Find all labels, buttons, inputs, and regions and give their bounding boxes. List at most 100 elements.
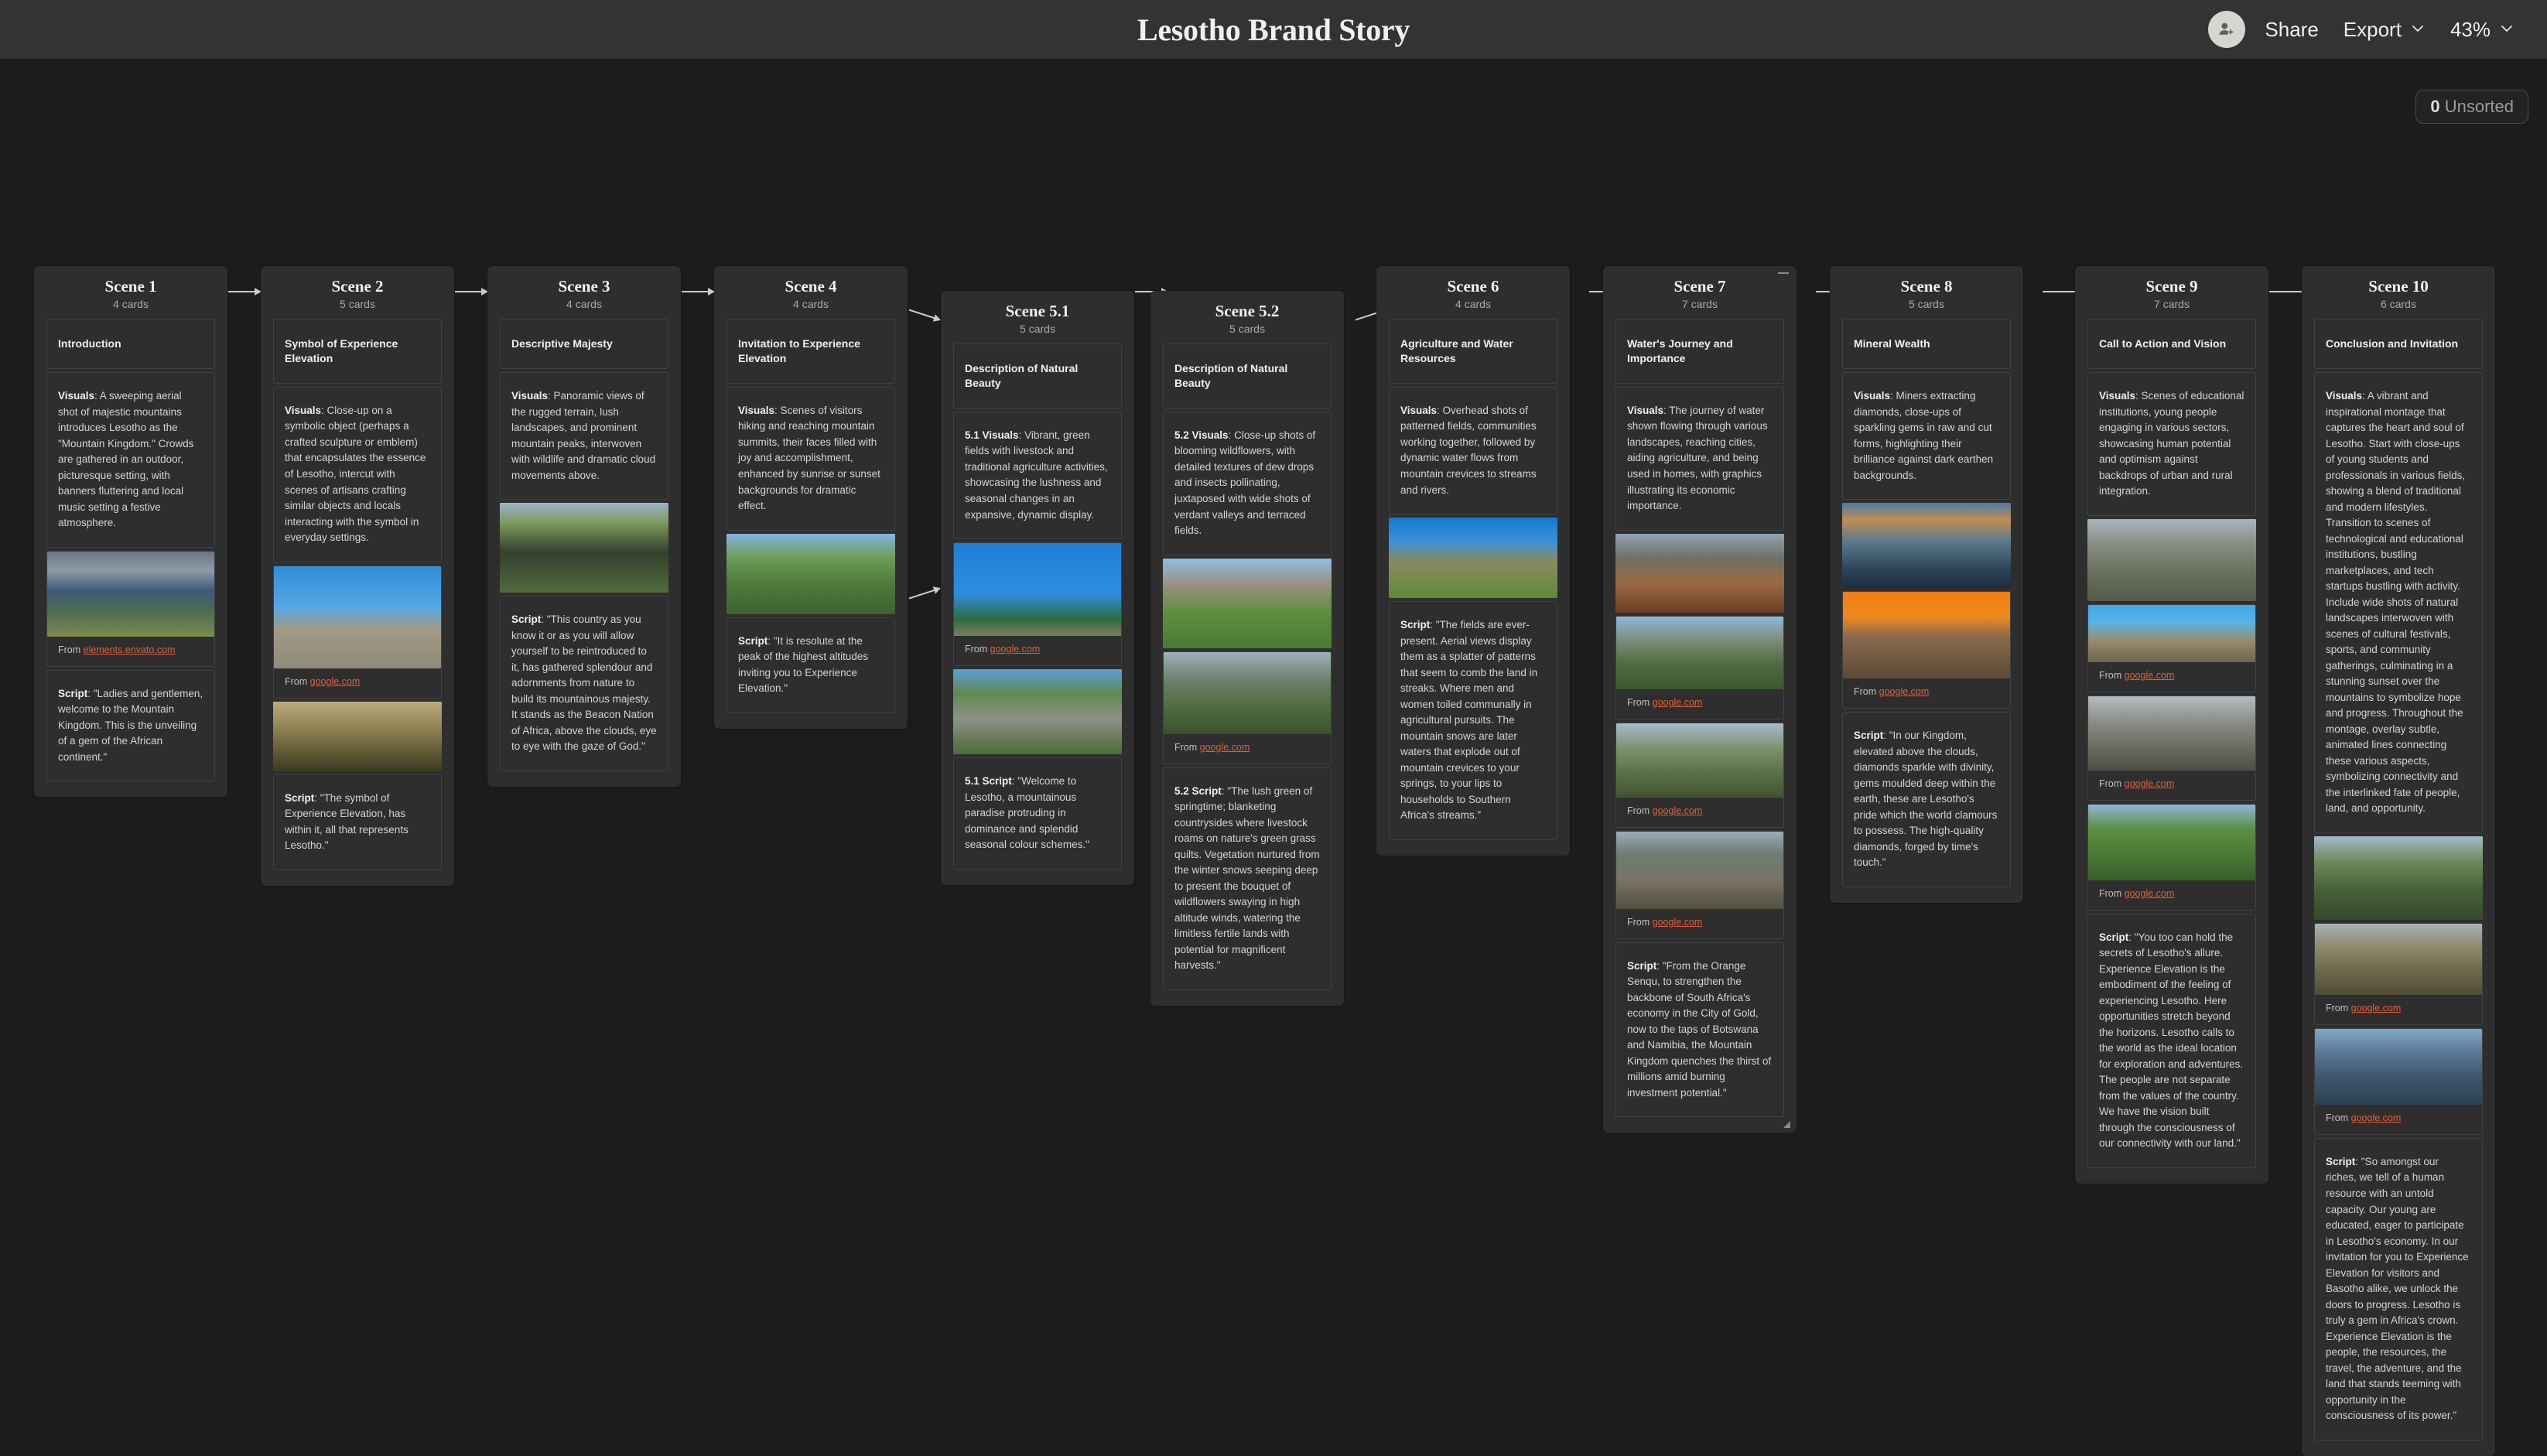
text-card-lead: Script [738,634,768,647]
image-source-prefix: From [2099,669,2125,681]
column-title: Scene 9 [2145,277,2198,296]
scene-column[interactable]: Scene 3 4 cards Descriptive Majesty Visuals… [487,266,681,787]
text-card[interactable]: 5.1 Script: "Welcome to Lesotho, a mount… [953,757,1122,870]
heading-card[interactable]: Water's Journey and Importance [1615,319,1784,384]
image-card[interactable] [1389,518,1557,599]
heading-card[interactable]: Invitation to Experience Elevation [726,319,895,384]
heading-card[interactable]: Symbol of Experience Elevation [273,319,442,384]
unsorted-badge[interactable]: 0 Unsorted [2415,90,2528,124]
column-resize-handle[interactable] [1783,1121,1790,1129]
board-canvas[interactable]: 0 Unsorted Scene 1 4 cards Introduction Vis… [0,59,2547,1456]
heading-card[interactable]: Description of Natural Beauty [1163,343,1332,408]
heading-card[interactable]: Agriculture and Water Resources [1389,319,1557,384]
image-card[interactable]: From google.com [1163,651,1332,764]
image-source-link[interactable]: google.com [2351,1003,2402,1013]
image-source-link[interactable]: google.com [1653,697,1703,708]
text-card[interactable]: Script: "It is resolute at the peak of t… [726,617,895,713]
text-card[interactable]: Script: "This country as you know it or … [500,596,668,771]
text-card[interactable]: Visuals: A vibrant and inspirational mon… [2314,372,2483,833]
share-button[interactable]: Share [2196,6,2330,53]
text-card[interactable]: Script: "Ladies and gentlemen, welcome t… [46,669,215,782]
heading-card[interactable]: Call to Action and Vision [2087,319,2256,370]
image-card[interactable]: From google.com [2087,603,2256,692]
image-card[interactable]: From google.com [1615,722,1784,828]
image-source-link[interactable]: google.com [1653,917,1703,928]
export-button[interactable]: Export [2331,13,2438,46]
image-source-link[interactable]: elements.envato.com [84,644,176,655]
image-card[interactable] [1615,533,1784,613]
text-card[interactable]: Visuals: Scenes of educational instituti… [2087,372,2256,516]
image-card[interactable]: From google.com [2087,803,2256,911]
scene-column[interactable]: Scene 5.2 5 cards Description of Natural B… [1150,291,1344,1006]
heading-card[interactable]: Description of Natural Beauty [953,343,1122,408]
text-card[interactable]: Visuals: A sweeping aerial shot of majes… [46,372,215,548]
image-card[interactable] [1163,558,1332,648]
text-card[interactable]: Script: "From the Orange Senqu, to stren… [1615,942,1784,1118]
image-card[interactable]: From google.com [1615,615,1784,719]
text-card[interactable]: Script: "The symbol of Experience Elevat… [273,774,442,870]
man-blanket-portrait-photo [2315,1028,2482,1105]
zoom-level-button[interactable]: 43% [2438,13,2527,46]
text-card[interactable]: Script: "So amongst our riches, we tell … [2314,1137,2483,1441]
green-mountain-slopes-photo [1164,651,1331,734]
column-collapse-handle[interactable] [1778,272,1789,274]
image-card[interactable]: From google.com [2087,695,2256,801]
text-card[interactable]: 5.2 Script: "The lush green of springtim… [1163,767,1332,990]
image-source-link[interactable]: google.com [1653,805,1703,816]
heading-card-text: Description of Natural Beauty [1174,362,1288,390]
image-card[interactable] [953,669,1122,755]
scene-column[interactable]: Scene 2 5 cards Symbol of Experience Eleva… [261,266,454,886]
image-card[interactable] [2087,518,2256,601]
heading-card[interactable]: Mineral Wealth [1842,319,2011,370]
image-card[interactable]: From google.com [2314,1027,2483,1135]
text-card[interactable]: Visuals: Close-up on a symbolic object (… [273,386,442,562]
heading-card[interactable]: Descriptive Majesty [500,319,668,370]
image-source-link[interactable]: google.com [2125,670,2175,681]
scene-column[interactable]: Scene 1 4 cards Introduction Visuals: A swe… [34,266,227,798]
image-card[interactable] [2314,836,2483,920]
image-card[interactable] [500,503,668,593]
text-card[interactable]: Visuals: The journey of water shown flow… [1615,386,1784,531]
text-card[interactable]: Script: "In our Kingdom, elevated above … [1842,712,2011,887]
text-card[interactable]: Visuals: Miners extracting diamonds, clo… [1842,372,2011,501]
scene-column[interactable]: Scene 9 7 cards Call to Action and Vision V… [2075,266,2268,1184]
image-card[interactable] [273,701,442,771]
image-source-prefix: From [1627,696,1653,708]
text-card[interactable]: 5.2 Visuals: Close-up shots of blooming … [1163,411,1332,555]
image-source-link[interactable]: google.com [2125,778,2175,789]
text-card[interactable]: Script: "You too can hold the secrets of… [2087,913,2256,1168]
image-source-link[interactable]: google.com [990,644,1041,655]
image-source-line: From google.com [2315,995,2482,1024]
image-card[interactable] [1842,503,2011,589]
text-card[interactable]: Visuals: Panoramic views of the rugged t… [500,372,668,501]
image-source-link[interactable]: google.com [1879,686,1930,697]
image-card[interactable]: From google.com [273,565,442,699]
text-card-body: Script: "You too can hold the secrets of… [2099,930,2244,1152]
image-source-link[interactable]: google.com [310,676,361,687]
image-card[interactable]: From google.com [1842,591,2011,709]
scene-column[interactable]: Scene 6 4 cards Agriculture and Water Reso… [1376,266,1570,856]
heading-card[interactable]: Introduction [46,319,215,370]
scene-column[interactable]: Scene 5.1 5 cards Description of Natural B… [941,291,1134,885]
text-card[interactable]: Visuals: Overhead shots of patterned fie… [1389,386,1557,515]
image-card[interactable] [726,533,895,614]
column-title: Scene 5.2 [1215,302,1280,320]
text-card[interactable]: Script: "The fields are ever-present. Ae… [1389,601,1557,840]
image-source-prefix: From [58,644,84,655]
image-source-link[interactable]: google.com [2351,1113,2402,1123]
image-card[interactable]: From elements.envato.com [46,550,215,667]
image-source-link[interactable]: google.com [1200,742,1250,753]
text-card[interactable]: Visuals: Scenes of visitors hiking and r… [726,386,895,531]
image-card[interactable]: From google.com [1615,830,1784,939]
scene-column[interactable]: Scene 7 7 cards Water's Journey and Import… [1603,266,1797,1133]
image-card[interactable]: From google.com [2314,922,2483,1025]
text-card-lead: Script [2326,1155,2356,1167]
scene-column[interactable]: Scene 10 6 cards Conclusion and Invitation… [2302,266,2495,1456]
scene-column[interactable]: Scene 8 5 cards Mineral Wealth Visuals: Min… [1830,266,2023,903]
image-card[interactable]: From google.com [953,542,1122,667]
maseru-city-view-photo [1616,831,1783,909]
image-source-link[interactable]: google.com [2125,888,2175,899]
text-card[interactable]: 5.1 Visuals: Vibrant, green fields with … [953,411,1122,540]
heading-card[interactable]: Conclusion and Invitation [2314,319,2483,370]
scene-column[interactable]: Scene 4 4 cards Invitation to Experience E… [714,266,908,729]
